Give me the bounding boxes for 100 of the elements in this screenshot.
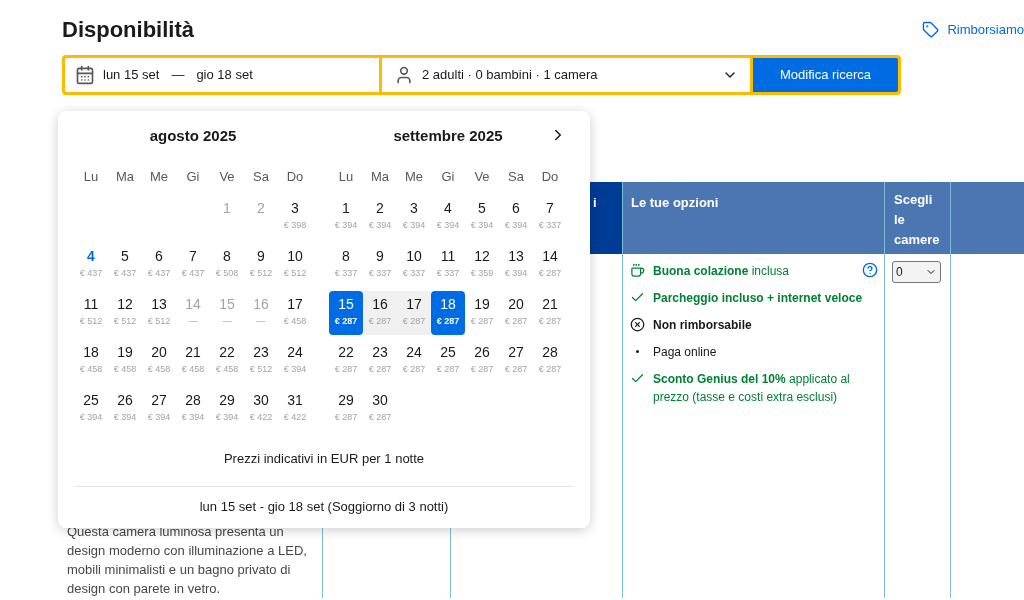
calendar-day[interactable]: 28 € 394 (176, 387, 210, 431)
calendar-day[interactable]: 8 € 508 (210, 243, 244, 287)
calendar-day[interactable]: 19 € 287 (465, 291, 499, 335)
calendar-day[interactable]: 17 € 458 (278, 291, 312, 335)
calendar-day[interactable]: 27 € 287 (499, 339, 533, 383)
calendar-day[interactable]: 29 € 394 (210, 387, 244, 431)
option-text: Buona colazione inclusa (653, 263, 791, 280)
calendar-day[interactable]: 12 € 359 (465, 243, 499, 287)
calendar-day[interactable]: 7 € 337 (533, 195, 567, 239)
month-title: settembre 2025 (393, 125, 503, 146)
calendar-day[interactable]: 20 € 287 (499, 291, 533, 335)
guests-field[interactable]: 2 adulti · 0 bambini · 1 camera (382, 58, 750, 92)
calendar-day[interactable]: 22 € 458 (210, 339, 244, 383)
calendar-day[interactable]: 23 € 512 (244, 339, 278, 383)
weekday-label: Ma (114, 168, 136, 186)
calendar-day[interactable]: 4 € 394 (431, 195, 465, 239)
calendar-day[interactable]: 24 € 394 (278, 339, 312, 383)
calendar-day[interactable]: 13 € 512 (142, 291, 176, 335)
calendar-day[interactable]: 27 € 394 (142, 387, 176, 431)
guests-summary: 2 adulti · 0 bambini · 1 camera (422, 66, 599, 85)
calendar-day[interactable]: 5 € 437 (108, 243, 142, 287)
calendar-day[interactable]: 5 € 394 (465, 195, 499, 239)
calendar-day[interactable]: 17 € 287 (397, 291, 431, 335)
room-description: Questa camera luminosa presenta un design moderno con illuminazione a LED, mobili minimalisti e un bagno privato di design con parete in vetro. (66, 523, 308, 598)
calendar-day[interactable]: 6 € 437 (142, 243, 176, 287)
column-heading: i (593, 195, 597, 210)
calendar-day[interactable]: 31 € 422 (278, 387, 312, 431)
weekday-label: Ma (369, 168, 391, 186)
calendar-day[interactable]: 18 € 458 (74, 339, 108, 383)
calendar-day[interactable]: 3 € 398 (278, 195, 312, 239)
calendar-icon (75, 65, 95, 85)
calendar-day[interactable]: 26 € 287 (465, 339, 499, 383)
calendar-day[interactable]: 16 € 287 (363, 291, 397, 335)
calendar-day[interactable]: 23 € 287 (363, 339, 397, 383)
calendar-day[interactable]: 7 € 437 (176, 243, 210, 287)
option-text: Parcheggio incluso + internet veloce (653, 290, 864, 307)
weekday-label: Do (540, 168, 560, 186)
calendar-day[interactable]: 21 € 287 (533, 291, 567, 335)
bullet-icon (636, 350, 639, 353)
calendar-day[interactable]: 15 € 287 (329, 291, 363, 335)
calendar-day[interactable]: 9 € 512 (244, 243, 278, 287)
calendar-day[interactable]: 10 € 512 (278, 243, 312, 287)
weekday-label: Ve (473, 168, 491, 186)
calendar-day[interactable]: 22 € 287 (329, 339, 363, 383)
weekday-label: Lu (337, 168, 355, 186)
weekday-label: Ve (218, 168, 236, 186)
calendar-day[interactable]: 13 € 394 (499, 243, 533, 287)
calendar-day[interactable]: 11 € 337 (431, 243, 465, 287)
calendar-day[interactable]: 2 € 394 (363, 195, 397, 239)
calendar-day[interactable]: 4 € 437 (74, 243, 108, 287)
cross-circle-icon (630, 317, 645, 332)
date-field[interactable]: lun 15 set — gio 18 set (65, 58, 379, 92)
checkout-date: gio 18 set (196, 66, 253, 85)
price-note: Prezzi indicativi in EUR per 1 notte (222, 450, 426, 468)
option-text: Non rimborsabile (653, 317, 753, 334)
month-title: agosto 2025 (149, 125, 237, 146)
search-button[interactable]: Modifica ricerca (753, 58, 898, 92)
calendar-day[interactable]: 6 € 394 (499, 195, 533, 239)
tag-icon (922, 21, 940, 39)
calendar-day[interactable]: 9 € 337 (363, 243, 397, 287)
calendar-day[interactable]: 30 € 287 (363, 387, 397, 431)
page-title: Disponibilità (62, 16, 194, 44)
column-heading: Scegli le camere (894, 191, 941, 249)
calendar-day[interactable]: 21 € 458 (176, 339, 210, 383)
checkin-date: lun 15 set (103, 66, 160, 85)
calendar-day[interactable]: 29 € 287 (329, 387, 363, 431)
weekday-label: Me (403, 168, 425, 186)
help-icon[interactable] (862, 262, 878, 278)
calendar-day[interactable]: 10 € 337 (397, 243, 431, 287)
calendar-day[interactable]: 8 € 337 (329, 243, 363, 287)
person-icon (394, 65, 414, 85)
calendar-day[interactable]: 11 € 512 (74, 291, 108, 335)
calendar-day[interactable]: 24 € 287 (397, 339, 431, 383)
calendar-day[interactable]: 30 € 422 (244, 387, 278, 431)
stay-summary: lun 15 set - gio 18 set (Soggiorno di 3 notti) (198, 497, 450, 516)
calendar-day[interactable]: 28 € 287 (533, 339, 567, 383)
column-heading: Le tue opzioni (631, 195, 719, 210)
calendar-day[interactable]: 19 € 458 (108, 339, 142, 383)
weekday-label: Lu (82, 168, 100, 186)
weekday-label: Me (148, 168, 170, 186)
calendar-day[interactable]: 14 € 287 (533, 243, 567, 287)
calendar-day[interactable]: 1 € 394 (329, 195, 363, 239)
calendar-day[interactable]: 18 € 287 (431, 291, 465, 335)
date-separator: — (171, 66, 185, 85)
option-text: Paga online (653, 344, 718, 361)
cup-icon (630, 263, 645, 278)
calendar-day[interactable]: 26 € 394 (108, 387, 142, 431)
calendar-day[interactable]: 12 € 512 (108, 291, 142, 335)
calendar-day[interactable]: 3 € 394 (397, 195, 431, 239)
refund-link[interactable]: Rimborsiamo (922, 20, 1024, 40)
rooms-select[interactable]: 0 (892, 261, 941, 283)
weekday-label: Sa (252, 168, 270, 186)
calendar-day[interactable]: 20 € 458 (142, 339, 176, 383)
option-text: Sconto Genius del 10% applicato al prezzo (tasse e costi extra esclusi) (653, 371, 851, 406)
weekday-label: Sa (507, 168, 525, 186)
calendar-day[interactable]: 25 € 394 (74, 387, 108, 431)
weekday-label: Gi (440, 168, 456, 186)
weekday-label: Gi (185, 168, 201, 186)
calendar-day[interactable]: 25 € 287 (431, 339, 465, 383)
weekday-label: Do (285, 168, 305, 186)
